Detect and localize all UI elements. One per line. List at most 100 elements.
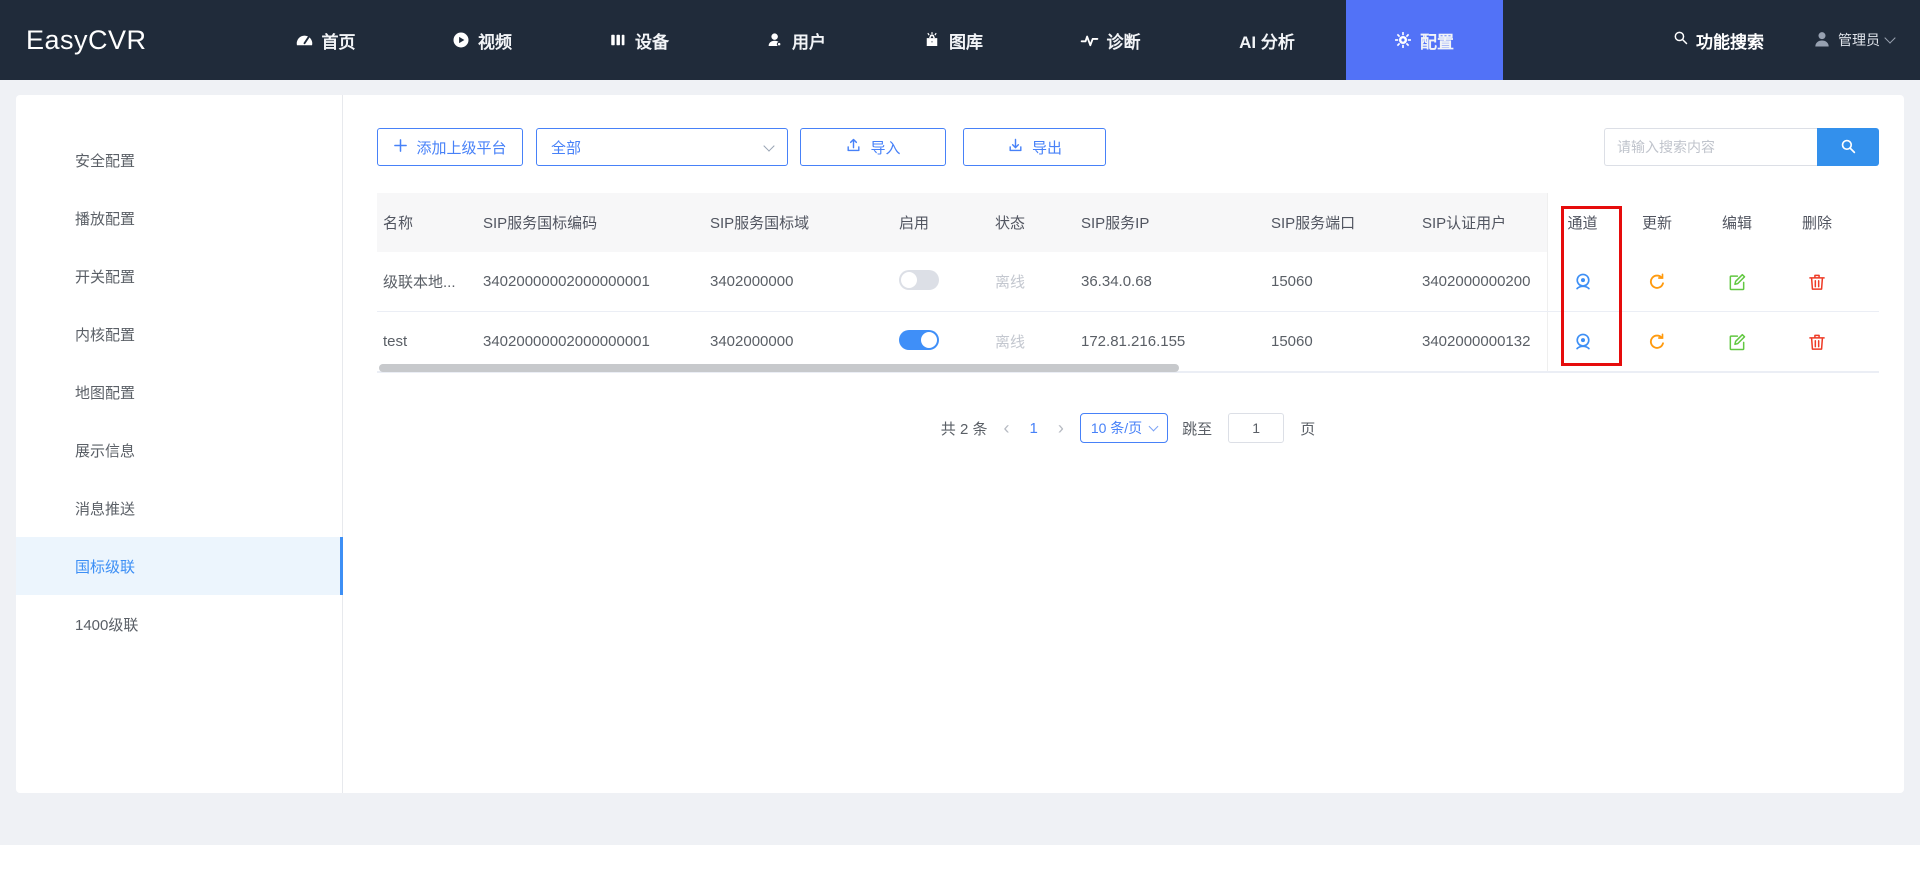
search-box (1604, 128, 1879, 166)
user-icon (766, 31, 784, 49)
export-button[interactable]: 导出 (963, 128, 1106, 166)
nav-item-device[interactable]: 设备 (561, 0, 718, 80)
gallery-icon (923, 31, 941, 49)
gear-icon (1394, 31, 1412, 49)
search-button[interactable] (1817, 128, 1879, 166)
nav-item-gallery[interactable]: 图库 (875, 0, 1032, 80)
user-menu[interactable]: 管理员 (1812, 29, 1894, 52)
sidebar-item-security[interactable]: 安全配置 (16, 131, 342, 189)
refresh-icon[interactable] (1617, 272, 1697, 292)
enable-toggle[interactable] (899, 330, 939, 350)
cell-sip-ip: 172.81.216.155 (1081, 333, 1271, 350)
nav-item-video[interactable]: 视频 (404, 0, 561, 80)
col-enabled: 启用 (899, 212, 995, 233)
play-icon (452, 31, 470, 49)
filter-select[interactable]: 全部 (536, 128, 788, 166)
page-size-select[interactable]: 10 条/页 (1080, 413, 1168, 443)
sidebar-item-1400-cascade[interactable]: 1400级联 (16, 595, 342, 653)
config-sidebar: 安全配置 播放配置 开关配置 内核配置 地图配置 展示信息 消息推送 国标级联 … (16, 95, 343, 793)
jump-label: 跳至 (1182, 418, 1212, 439)
platform-table: 名称 SIP服务国标编码 SIP服务国标域 启用 状态 SIP服务IP SIP服… (377, 193, 1879, 373)
jump-suffix: 页 (1300, 418, 1315, 439)
avatar-icon (1812, 29, 1832, 52)
cell-sip-domain: 3402000000 (710, 333, 899, 350)
import-button[interactable]: 导入 (800, 128, 946, 166)
col-name: 名称 (383, 212, 483, 233)
content-card: 安全配置 播放配置 开关配置 内核配置 地图配置 展示信息 消息推送 国标级联 … (16, 95, 1904, 793)
scrollbar-thumb[interactable] (379, 364, 1179, 372)
cell-sip-domain: 3402000000 (710, 273, 899, 290)
total-count: 共 2 条 (941, 418, 988, 439)
sidebar-item-map[interactable]: 地图配置 (16, 363, 342, 421)
cell-auth-user: 3402000000132 (1422, 333, 1547, 350)
nav-menu: 首页 视频 设备 用户 图库 诊断 AI 分析 配置 (247, 0, 1503, 80)
horizontal-scrollbar[interactable] (377, 364, 1879, 372)
status-badge: 离线 (995, 331, 1081, 352)
add-platform-button[interactable]: 添加上级平台 (377, 128, 523, 166)
enable-toggle[interactable] (899, 270, 939, 290)
nav-right: 功能搜索 管理员 (1672, 0, 1920, 80)
table-row: 级联本地... 34020000002000000001 3402000000 … (377, 252, 1879, 312)
nav-item-ai[interactable]: AI 分析 (1189, 0, 1346, 80)
sidebar-item-playback[interactable]: 播放配置 (16, 189, 342, 247)
channel-webcam-icon[interactable] (1548, 331, 1617, 353)
nav-item-diagnose[interactable]: 诊断 (1032, 0, 1189, 80)
col-delete: 删除 (1777, 212, 1857, 233)
cell-sip-code: 34020000002000000001 (483, 273, 710, 290)
nav-item-config[interactable]: 配置 (1346, 0, 1503, 80)
chevron-down-icon (763, 140, 774, 151)
edit-icon[interactable] (1697, 332, 1777, 352)
cell-auth-user: 3402000000200 (1422, 273, 1547, 290)
search-icon (1839, 137, 1857, 158)
prev-page-button[interactable]: ‹ (1001, 418, 1011, 439)
upload-icon (845, 137, 862, 158)
cell-sip-ip: 36.34.0.68 (1081, 273, 1271, 290)
device-icon (609, 31, 627, 49)
download-icon (1007, 137, 1024, 158)
col-status: 状态 (995, 212, 1081, 233)
toolbar: 添加上级平台 全部 导入 导出 (377, 128, 1879, 166)
nav-item-user[interactable]: 用户 (718, 0, 875, 80)
sidebar-item-switch[interactable]: 开关配置 (16, 247, 342, 305)
table-row: test 34020000002000000001 3402000000 离线 … (377, 312, 1879, 372)
col-update: 更新 (1617, 212, 1697, 233)
function-search-button[interactable]: 功能搜索 (1672, 28, 1764, 53)
nav-item-home[interactable]: 首页 (247, 0, 404, 80)
channel-webcam-icon[interactable] (1548, 271, 1617, 293)
row-actions (1547, 312, 1879, 371)
col-channel: 通道 (1548, 212, 1617, 233)
cell-sip-code: 34020000002000000001 (483, 333, 710, 350)
cell-sip-port: 15060 (1271, 333, 1422, 350)
refresh-icon[interactable] (1617, 332, 1697, 352)
search-input[interactable] (1604, 128, 1817, 166)
col-edit: 编辑 (1697, 212, 1777, 233)
top-nav: EasyCVR 首页 视频 设备 用户 图库 诊断 AI 分析 (0, 0, 1920, 80)
fixed-header-panel: 通道 更新 编辑 删除 (1547, 193, 1879, 252)
dashboard-icon (295, 31, 314, 50)
pagination: 共 2 条 ‹ 1 › 10 条/页 跳至 页 (377, 413, 1879, 443)
chevron-down-icon (1149, 422, 1159, 432)
sidebar-item-message-push[interactable]: 消息推送 (16, 479, 342, 537)
jump-page-input[interactable] (1228, 413, 1284, 443)
page-number[interactable]: 1 (1025, 420, 1041, 437)
sidebar-item-kernel[interactable]: 内核配置 (16, 305, 342, 363)
footer-strip (0, 845, 1920, 869)
sidebar-item-display[interactable]: 展示信息 (16, 421, 342, 479)
status-badge: 离线 (995, 271, 1081, 292)
sidebar-item-gb-cascade[interactable]: 国标级联 (16, 537, 342, 595)
cell-name: test (383, 333, 483, 350)
diagnose-icon (1080, 31, 1099, 50)
chevron-down-icon (1884, 32, 1895, 43)
trash-icon[interactable] (1777, 332, 1857, 352)
cell-name: 级联本地... (383, 271, 483, 292)
col-sip-port: SIP服务端口 (1271, 212, 1422, 233)
col-sip-domain: SIP服务国标域 (710, 212, 899, 233)
next-page-button[interactable]: › (1056, 418, 1066, 439)
trash-icon[interactable] (1777, 272, 1857, 292)
cell-sip-port: 15060 (1271, 273, 1422, 290)
edit-icon[interactable] (1697, 272, 1777, 292)
table-header: 名称 SIP服务国标编码 SIP服务国标域 启用 状态 SIP服务IP SIP服… (377, 193, 1879, 252)
row-actions (1547, 252, 1879, 311)
main-panel: 添加上级平台 全部 导入 导出 (343, 95, 1904, 793)
col-sip-ip: SIP服务IP (1081, 212, 1271, 233)
